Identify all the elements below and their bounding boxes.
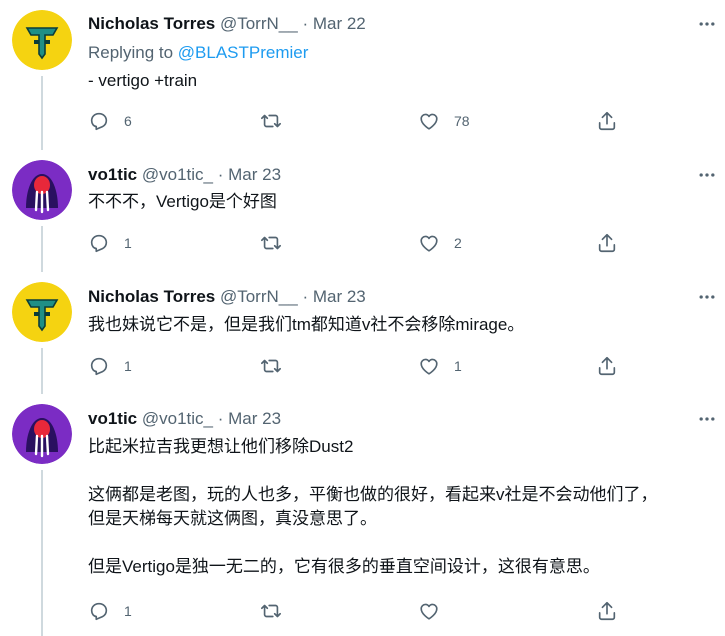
tweet-header: Nicholas Torres @TorrN__ · Mar 23 bbox=[88, 285, 366, 309]
reply-button[interactable]: 1 bbox=[88, 231, 132, 255]
reply-count: 1 bbox=[124, 235, 132, 251]
retweet-button[interactable] bbox=[260, 231, 296, 255]
replying-to-label: Replying to bbox=[88, 43, 178, 62]
tweet-header: vo1tic @vo1tic_ · Mar 23 bbox=[88, 407, 281, 431]
walrus-avatar-icon bbox=[12, 160, 72, 220]
display-name[interactable]: Nicholas Torres bbox=[88, 287, 215, 306]
reply-icon bbox=[90, 112, 108, 131]
tweet[interactable]: Nicholas Torres @TorrN__ · Mar 23 我也妹说它不… bbox=[0, 272, 725, 394]
like-count: 1 bbox=[454, 358, 462, 374]
separator-dot: · bbox=[217, 165, 224, 184]
avatar[interactable] bbox=[12, 10, 72, 70]
reply-icon bbox=[90, 234, 108, 253]
like-button[interactable]: 78 bbox=[418, 109, 470, 133]
retweet-icon bbox=[261, 604, 281, 618]
walrus-avatar-icon bbox=[12, 404, 72, 464]
like-count: 78 bbox=[454, 113, 470, 129]
avatar[interactable] bbox=[12, 282, 72, 342]
share-button[interactable] bbox=[596, 354, 618, 378]
retweet-icon bbox=[261, 236, 281, 250]
share-icon bbox=[598, 233, 616, 253]
retweet-button[interactable] bbox=[260, 109, 296, 133]
tweet-actions: 1 1 bbox=[88, 354, 628, 378]
torres-logo-icon bbox=[12, 282, 72, 342]
reply-icon bbox=[90, 602, 108, 621]
retweet-icon bbox=[261, 359, 281, 373]
reply-count: 1 bbox=[124, 358, 132, 374]
like-button[interactable] bbox=[418, 599, 454, 623]
tweet-header: Nicholas Torres @TorrN__ · Mar 22 bbox=[88, 12, 366, 36]
tweet-actions: 1 bbox=[88, 599, 628, 623]
reply-count: 6 bbox=[124, 113, 132, 129]
tweet[interactable]: vo1tic @vo1tic_ · Mar 23 比起米拉吉我更想让他们移除Du… bbox=[0, 394, 725, 636]
more-icon[interactable] bbox=[697, 165, 717, 185]
like-count: 2 bbox=[454, 235, 462, 251]
torres-logo-icon bbox=[12, 10, 72, 70]
tweet[interactable]: vo1tic @vo1tic_ · Mar 23 不不不，Vertigo是个好图… bbox=[0, 150, 725, 272]
share-button[interactable] bbox=[596, 599, 618, 623]
replying-to: Replying to @BLASTPremier bbox=[88, 41, 308, 65]
tweet[interactable]: Nicholas Torres @TorrN__ · Mar 22 Replyi… bbox=[0, 0, 725, 150]
replying-to-link[interactable]: @BLASTPremier bbox=[178, 43, 309, 62]
thread-line bbox=[41, 348, 43, 394]
heart-icon bbox=[420, 358, 438, 375]
tweet-header: vo1tic @vo1tic_ · Mar 23 bbox=[88, 163, 281, 187]
like-button[interactable]: 1 bbox=[418, 354, 462, 378]
heart-icon bbox=[420, 113, 438, 130]
share-button[interactable] bbox=[596, 231, 618, 255]
retweet-button[interactable] bbox=[260, 599, 296, 623]
display-name[interactable]: Nicholas Torres bbox=[88, 14, 215, 33]
user-handle[interactable]: @vo1tic_ bbox=[142, 165, 213, 184]
tweet-date[interactable]: Mar 23 bbox=[228, 409, 281, 428]
tweet-actions: 6 78 bbox=[88, 109, 628, 133]
share-icon bbox=[598, 356, 616, 376]
thread-line bbox=[41, 470, 43, 636]
tweet-date[interactable]: Mar 22 bbox=[313, 14, 366, 33]
share-button[interactable] bbox=[596, 109, 618, 133]
more-icon[interactable] bbox=[697, 14, 717, 34]
reply-icon bbox=[90, 357, 108, 376]
tweet-date[interactable]: Mar 23 bbox=[228, 165, 281, 184]
share-icon bbox=[598, 601, 616, 621]
avatar[interactable] bbox=[12, 160, 72, 220]
tweet-text: 比起米拉吉我更想让他们移除Dust2 这俩都是老图，玩的人也多，平衡也做的很好，… bbox=[88, 437, 658, 576]
tweet-text: 不不不，Vertigo是个好图 bbox=[88, 192, 277, 211]
reply-button[interactable]: 1 bbox=[88, 599, 132, 623]
display-name[interactable]: vo1tic bbox=[88, 165, 137, 184]
retweet-button[interactable] bbox=[260, 354, 296, 378]
heart-icon bbox=[420, 235, 438, 252]
more-icon[interactable] bbox=[697, 409, 717, 429]
separator-dot: · bbox=[302, 14, 309, 33]
display-name[interactable]: vo1tic bbox=[88, 409, 137, 428]
user-handle[interactable]: @TorrN__ bbox=[220, 14, 298, 33]
thread-line bbox=[41, 76, 43, 150]
tweet-text: - vertigo +train bbox=[88, 71, 198, 90]
separator-dot: · bbox=[217, 409, 224, 428]
reply-count: 1 bbox=[124, 603, 132, 619]
reply-button[interactable]: 6 bbox=[88, 109, 132, 133]
tweet-actions: 1 2 bbox=[88, 231, 628, 255]
reply-button[interactable]: 1 bbox=[88, 354, 132, 378]
separator-dot: · bbox=[302, 287, 309, 306]
thread-line bbox=[41, 226, 43, 272]
user-handle[interactable]: @TorrN__ bbox=[220, 287, 298, 306]
tweet-text: 我也妹说它不是，但是我们tm都知道v社不会移除mirage。 bbox=[88, 315, 525, 334]
share-icon bbox=[598, 111, 616, 131]
more-icon[interactable] bbox=[697, 287, 717, 307]
heart-icon bbox=[420, 603, 438, 620]
retweet-icon bbox=[261, 114, 281, 128]
user-handle[interactable]: @vo1tic_ bbox=[142, 409, 213, 428]
tweet-date[interactable]: Mar 23 bbox=[313, 287, 366, 306]
avatar[interactable] bbox=[12, 404, 72, 464]
like-button[interactable]: 2 bbox=[418, 231, 462, 255]
